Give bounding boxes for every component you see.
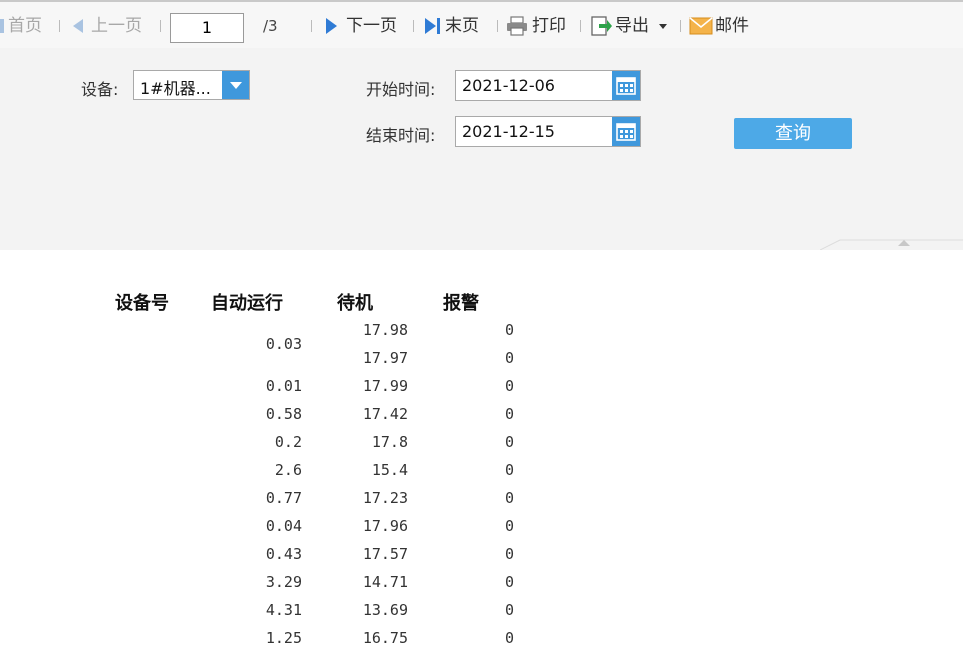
standby-cell: 17.97 (362, 349, 408, 367)
alarm-cell: 0 (504, 489, 514, 507)
toolbar-divider (413, 20, 414, 32)
auto-run-cell: 1.25 (265, 629, 302, 647)
standby-cell: 17.57 (362, 545, 408, 563)
auto-run-cell: 3.29 (265, 573, 302, 591)
standby-cell: 17.42 (362, 405, 408, 423)
last-page-icon (425, 18, 436, 34)
alarm-cell: 0 (504, 629, 514, 647)
prev-arrow-icon (73, 19, 83, 33)
last-page-button[interactable]: 末页 (425, 13, 479, 39)
auto-run-cell: 0.2 (274, 433, 302, 451)
mail-button[interactable]: 邮件 (689, 13, 749, 39)
alarm-cell: 0 (504, 405, 514, 423)
standby-cell: 15.4 (371, 461, 408, 479)
standby-cell: 17.8 (371, 433, 408, 451)
alarm-cell: 0 (504, 461, 514, 479)
prev-page-button[interactable]: 上一页 (73, 13, 142, 39)
start-time-label: 开始时间: (366, 80, 436, 99)
auto-run-cell: 0.77 (265, 489, 302, 507)
toolbar-divider (497, 20, 498, 32)
mail-icon (689, 17, 713, 35)
alarm-cell: 0 (504, 321, 514, 339)
auto-run-cell: 0.01 (265, 377, 302, 395)
standby-cell: 16.75 (362, 629, 408, 647)
toolbar-divider (160, 20, 161, 32)
calendar-icon[interactable] (612, 117, 640, 146)
alarm-cell: 0 (504, 517, 514, 535)
header-alarm: 报警 (443, 293, 479, 314)
dropdown-arrow-icon[interactable] (222, 71, 249, 99)
toolbar-divider (59, 20, 60, 32)
toolbar-divider (680, 20, 681, 32)
alarm-cell: 0 (504, 545, 514, 563)
standby-cell: 13.69 (362, 601, 408, 619)
header-standby: 待机 (337, 293, 373, 314)
device-label: 设备: (81, 80, 119, 99)
standby-cell: 17.96 (362, 517, 408, 535)
alarm-cell: 0 (504, 377, 514, 395)
printer-icon (507, 16, 527, 36)
query-button[interactable]: 查询 (734, 118, 852, 149)
toolbar-divider (580, 20, 581, 32)
standby-cell: 14.71 (362, 573, 408, 591)
print-button[interactable]: 打印 (506, 13, 566, 39)
calendar-icon[interactable] (612, 71, 640, 100)
export-icon (591, 16, 612, 36)
device-select[interactable]: 1#机器... (133, 70, 250, 100)
standby-cell: 17.23 (362, 489, 408, 507)
first-page-icon (0, 19, 4, 33)
alarm-cell: 0 (504, 601, 514, 619)
standby-cell: 17.99 (362, 377, 408, 395)
auto-run-cell: 0.58 (265, 405, 302, 423)
start-date-input[interactable]: 2021-12-06 (455, 70, 641, 101)
device-select-value: 1#机器... (140, 79, 211, 98)
end-date-value: 2021-12-15 (462, 122, 555, 141)
total-pages: /3 (263, 17, 278, 35)
auto-run-cell: 0.43 (265, 545, 302, 563)
start-date-value: 2021-12-06 (462, 76, 555, 95)
chevron-down-icon (659, 23, 668, 29)
auto-run-cell: 2.6 (274, 461, 302, 479)
header-auto-run: 自动运行 (211, 293, 283, 314)
auto-run-cell: 0.04 (265, 517, 302, 535)
end-date-input[interactable]: 2021-12-15 (455, 116, 641, 147)
report-toolbar: 首页 上一页 1 /3 下一页 末页 打印 导出 邮件 (0, 0, 963, 48)
auto-run-cell: 0.03 (265, 335, 302, 353)
alarm-cell: 0 (504, 433, 514, 451)
export-button[interactable]: 导出 (590, 13, 668, 39)
toolbar-divider (311, 20, 312, 32)
collapse-panel-handle[interactable] (820, 238, 963, 250)
next-page-button[interactable]: 下一页 (326, 13, 397, 39)
first-page-button[interactable]: 首页 (0, 13, 42, 39)
header-device-no: 设备号 (115, 293, 169, 314)
end-time-label: 结束时间: (366, 126, 436, 145)
page-number-input[interactable]: 1 (170, 13, 244, 43)
standby-cell: 17.98 (362, 321, 408, 339)
auto-run-cell: 4.31 (265, 601, 302, 619)
alarm-cell: 0 (504, 573, 514, 591)
next-arrow-icon (326, 18, 337, 34)
alarm-cell: 0 (504, 349, 514, 367)
